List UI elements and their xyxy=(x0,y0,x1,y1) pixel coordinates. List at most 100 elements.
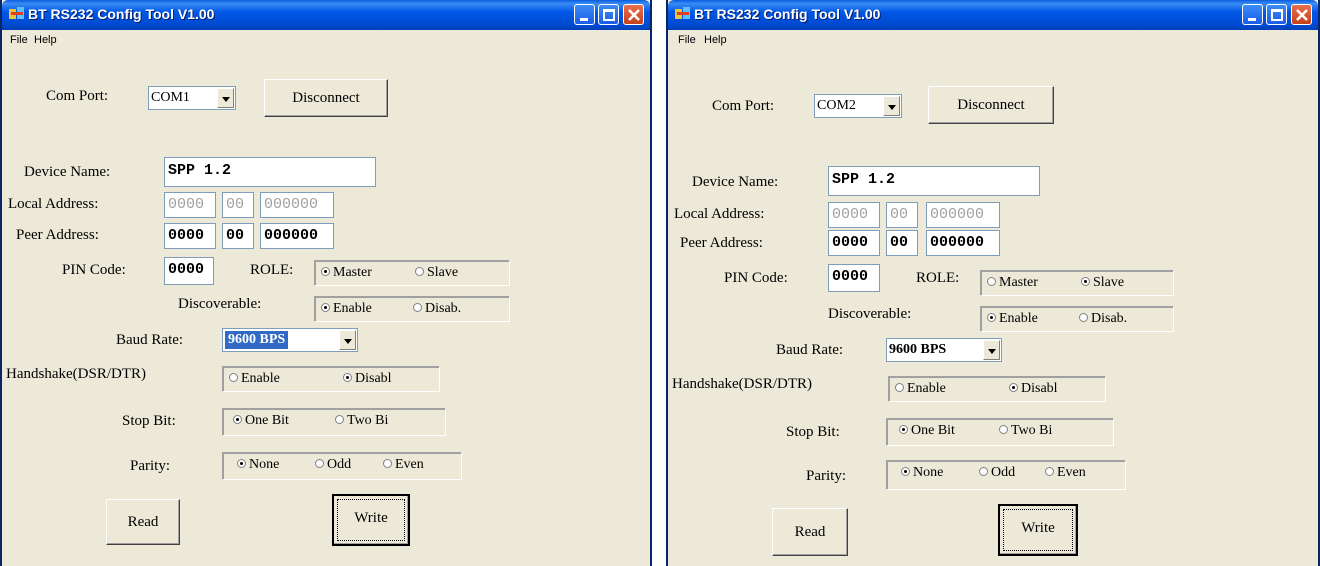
handshake-disable-radio[interactable]: Disabl xyxy=(1009,381,1058,397)
peer-address-lap-field[interactable]: 000000 xyxy=(926,230,1000,256)
stop-two-bit-radio[interactable]: Two Bi xyxy=(999,423,1052,439)
radio-empty-icon xyxy=(335,415,344,424)
close-icon xyxy=(628,9,640,21)
menu-help[interactable]: Help xyxy=(34,34,57,46)
title-bar[interactable]: BT RS232 Config Tool V1.00 xyxy=(668,0,1318,30)
close-button[interactable] xyxy=(623,4,644,25)
device-name-field[interactable]: SPP 1.2 xyxy=(828,166,1040,196)
local-address-lap-field: 000000 xyxy=(926,202,1000,228)
parity-even-radio[interactable]: Even xyxy=(1045,465,1086,481)
radio-empty-icon xyxy=(1079,313,1088,322)
peer-address-lap-field[interactable]: 000000 xyxy=(260,223,334,249)
parity-none-radio[interactable]: None xyxy=(237,457,279,473)
peer-address-nap-field[interactable]: 0000 xyxy=(828,230,880,256)
parity-group: None Odd Even xyxy=(886,460,1126,490)
baud-rate-label: Baud Rate: xyxy=(116,332,184,348)
com-port-label: Com Port: xyxy=(46,88,109,104)
device-name-field[interactable]: SPP 1.2 xyxy=(164,157,376,187)
radio-empty-icon xyxy=(413,303,422,312)
parity-odd-radio[interactable]: Odd xyxy=(979,465,1015,481)
role-label: ROLE: xyxy=(916,270,960,286)
chevron-down-icon[interactable] xyxy=(983,340,1000,360)
read-button[interactable]: Read xyxy=(772,508,848,556)
com-port-select[interactable]: COM2 xyxy=(814,94,902,118)
parity-odd-radio[interactable]: Odd xyxy=(315,457,351,473)
role-slave-radio[interactable]: Slave xyxy=(1081,275,1124,291)
role-master-label: Master xyxy=(999,275,1038,290)
com-port-label: Com Port: xyxy=(712,98,775,114)
read-button[interactable]: Read xyxy=(106,499,180,545)
baud-rate-value: 9600 BPS xyxy=(889,342,947,357)
discoverable-disable-radio[interactable]: Disab. xyxy=(413,301,461,317)
role-master-radio[interactable]: Master xyxy=(321,265,372,281)
minimize-button[interactable] xyxy=(1242,4,1263,25)
close-button[interactable] xyxy=(1291,4,1312,25)
chevron-down-icon[interactable] xyxy=(217,88,234,108)
maximize-button[interactable] xyxy=(1266,4,1287,25)
radio-selected-icon xyxy=(233,415,242,424)
handshake-enable-radio[interactable]: Enable xyxy=(229,371,280,387)
stop-bit-label: Stop Bit: xyxy=(122,413,176,429)
role-master-radio[interactable]: Master xyxy=(987,275,1038,291)
config-window-right: BT RS232 Config Tool V1.00 File Help Com… xyxy=(666,0,1320,566)
handshake-label: Handshake(DSR/DTR) xyxy=(6,366,146,382)
pin-code-field[interactable]: 0000 xyxy=(164,257,214,285)
title-bar[interactable]: BT RS232 Config Tool V1.00 xyxy=(2,0,650,30)
stop-one-bit-radio[interactable]: One Bit xyxy=(233,413,289,429)
parity-even-radio[interactable]: Even xyxy=(383,457,424,473)
role-group: Master Slave xyxy=(980,270,1174,296)
minimize-button[interactable] xyxy=(574,4,595,25)
disconnect-button[interactable]: Disconnect xyxy=(928,86,1054,124)
peer-address-uap-field[interactable]: 00 xyxy=(222,223,254,249)
menu-file[interactable]: File xyxy=(10,34,28,46)
write-label: Write xyxy=(354,510,388,526)
peer-address-uap-field[interactable]: 00 xyxy=(886,230,918,256)
parity-even-label: Even xyxy=(395,457,424,472)
stop-one-bit-radio[interactable]: One Bit xyxy=(899,423,955,439)
handshake-enable-label: Enable xyxy=(907,381,946,396)
write-label: Write xyxy=(1021,520,1055,536)
role-slave-radio[interactable]: Slave xyxy=(415,265,458,281)
stop-two-bit-label: Two Bi xyxy=(347,413,389,428)
write-button[interactable]: Write xyxy=(998,504,1078,556)
menu-file[interactable]: File xyxy=(678,34,696,46)
peer-address-nap-field[interactable]: 0000 xyxy=(164,223,216,249)
pin-code-field[interactable]: 0000 xyxy=(828,264,880,292)
menu-bar: File Help xyxy=(2,30,650,50)
minimize-icon xyxy=(1248,18,1256,21)
handshake-enable-radio[interactable]: Enable xyxy=(895,381,946,397)
radio-selected-icon xyxy=(899,425,908,434)
handshake-disable-radio[interactable]: Disabl xyxy=(343,371,392,387)
parity-even-label: Even xyxy=(1057,465,1086,480)
com-port-value: COM2 xyxy=(817,98,856,113)
app-icon xyxy=(9,7,24,19)
chevron-down-icon[interactable] xyxy=(883,96,900,116)
disconnect-button[interactable]: Disconnect xyxy=(264,79,388,117)
role-group: Master Slave xyxy=(314,260,510,286)
stop-two-bit-radio[interactable]: Two Bi xyxy=(335,413,388,429)
parity-none-radio[interactable]: None xyxy=(901,465,943,481)
chevron-down-icon[interactable] xyxy=(339,330,356,350)
baud-rate-select[interactable]: 9600 BPS xyxy=(886,338,1002,362)
stop-one-bit-label: One Bit xyxy=(911,423,955,438)
maximize-button[interactable] xyxy=(598,4,619,25)
window-title: BT RS232 Config Tool V1.00 xyxy=(694,6,881,22)
pin-code-label: PIN Code: xyxy=(724,270,788,286)
parity-group: None Odd Even xyxy=(222,452,462,480)
baud-rate-select[interactable]: 9600 BPS xyxy=(222,328,358,352)
device-name-label: Device Name: xyxy=(24,164,111,180)
discoverable-label: Discoverable: xyxy=(828,306,912,322)
discoverable-disable-radio[interactable]: Disab. xyxy=(1079,311,1127,327)
local-address-uap-field: 00 xyxy=(222,192,254,218)
menu-help[interactable]: Help xyxy=(704,34,727,46)
discoverable-enable-radio[interactable]: Enable xyxy=(987,311,1038,327)
handshake-enable-label: Enable xyxy=(241,371,280,386)
parity-label: Parity: xyxy=(130,458,170,474)
discoverable-enable-radio[interactable]: Enable xyxy=(321,301,372,317)
write-button[interactable]: Write xyxy=(332,494,410,546)
role-label: ROLE: xyxy=(250,262,294,278)
radio-selected-icon xyxy=(237,459,246,468)
radio-empty-icon xyxy=(415,267,424,276)
com-port-select[interactable]: COM1 xyxy=(148,86,236,110)
radio-selected-icon xyxy=(321,303,330,312)
